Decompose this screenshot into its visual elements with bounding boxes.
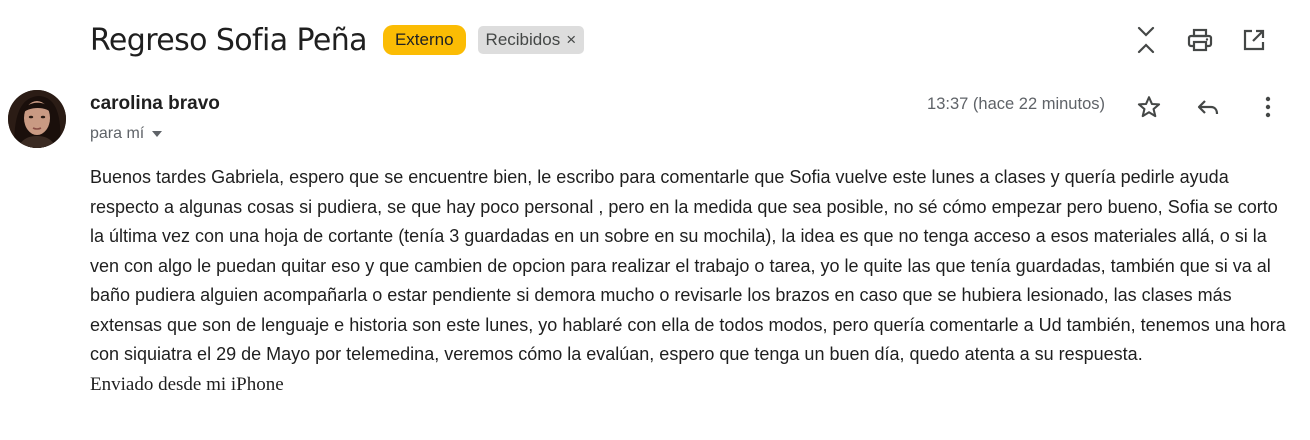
remove-label-icon[interactable]: × bbox=[566, 26, 576, 54]
reply-icon[interactable] bbox=[1192, 91, 1224, 123]
message-signature: Enviado desde mi iPhone bbox=[90, 373, 284, 395]
label-recibidos[interactable]: Recibidos × bbox=[477, 26, 585, 54]
message-body: Buenos tardes Gabriela, espero que se en… bbox=[90, 163, 1295, 399]
more-vert-icon[interactable] bbox=[1252, 91, 1284, 123]
chevron-down-icon[interactable] bbox=[152, 131, 163, 137]
print-icon[interactable] bbox=[1184, 24, 1216, 56]
recipient-details-toggle[interactable]: para mí bbox=[90, 125, 163, 143]
open-in-new-window-icon[interactable] bbox=[1238, 24, 1270, 56]
label-recibidos-text: Recibidos bbox=[485, 30, 561, 49]
sender-name: carolina bravo bbox=[90, 93, 220, 114]
email-subject: Regreso Sofia Peña bbox=[90, 22, 368, 58]
subject-row: Regreso Sofia Peña Externo Recibidos × bbox=[90, 18, 585, 62]
star-icon[interactable] bbox=[1133, 91, 1165, 123]
message-body-text: Buenos tardes Gabriela, espero que se en… bbox=[90, 167, 1286, 364]
label-externo[interactable]: Externo bbox=[382, 25, 466, 55]
message-time: 13:37 (hace 22 minutos) bbox=[927, 95, 1105, 113]
recipient-text: para mí bbox=[90, 125, 145, 142]
thread-toolbar bbox=[1130, 24, 1310, 56]
collapse-all-icon[interactable] bbox=[1130, 24, 1162, 56]
sender-avatar[interactable] bbox=[8, 90, 66, 148]
avatar-photo-icon bbox=[8, 90, 66, 148]
